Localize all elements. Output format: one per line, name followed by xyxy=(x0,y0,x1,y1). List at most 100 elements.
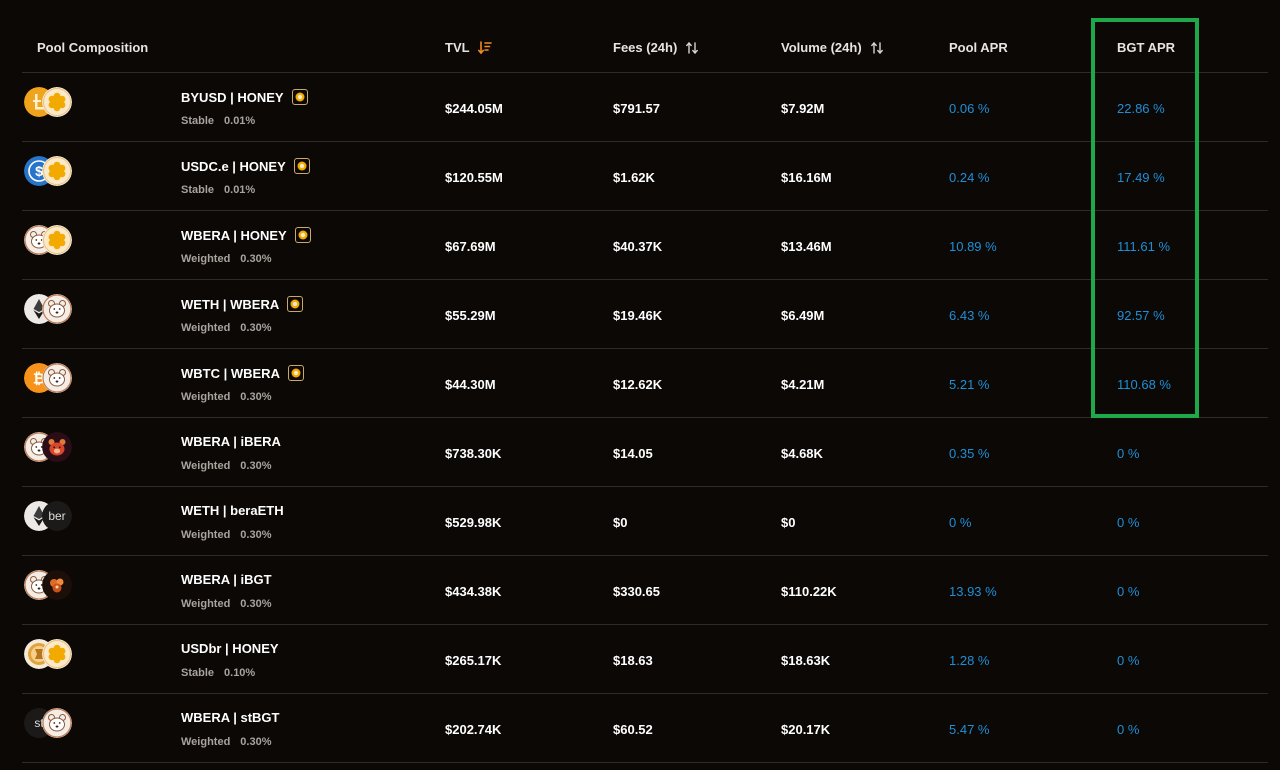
token-pair-icons xyxy=(24,294,76,326)
volume-value: $16.16M xyxy=(781,170,832,185)
wbera-icon xyxy=(42,363,72,393)
header-pool-composition: Pool Composition xyxy=(37,40,148,55)
sort-desc-icon[interactable] xyxy=(477,40,492,55)
token-pair-icons: ber xyxy=(24,501,76,533)
pool-name[interactable]: WBERA | HONEY xyxy=(181,227,311,243)
token-pair-icons: $ xyxy=(24,156,76,188)
token-pair-icons xyxy=(24,639,76,671)
pool-name[interactable]: WBERA | iBERA xyxy=(181,434,281,449)
pool-type: Stable xyxy=(181,667,215,679)
pool-name[interactable]: WBTC | WBERA xyxy=(181,365,304,381)
token-pair-icons xyxy=(24,570,76,602)
pool-type: Weighted xyxy=(181,391,231,403)
beraeth-icon: ber xyxy=(42,501,72,531)
fees-value: $1.62K xyxy=(613,170,655,185)
token-pair-icons xyxy=(24,225,76,257)
pool-name-label[interactable]: WBERA | stBGT xyxy=(181,710,279,725)
sort-arrows-icon[interactable] xyxy=(685,41,699,55)
header-bgt-apr-label: BGT APR xyxy=(1117,40,1176,55)
pool-name[interactable]: WETH | beraETH xyxy=(181,503,284,518)
pool-meta: Weighted 0.30% xyxy=(181,598,272,610)
honey-icon xyxy=(42,156,72,186)
pool-type: Weighted xyxy=(181,460,231,472)
pool-apr-value: 13.93 % xyxy=(949,584,997,599)
table-row[interactable]: WBERA | HONEY Weighted 0.30% $67.69M $40.37K… xyxy=(22,211,1268,280)
pool-name[interactable]: WETH | WBERA xyxy=(181,296,304,312)
pool-name-label[interactable]: BYUSD | HONEY xyxy=(181,90,284,105)
fees-value: $330.65 xyxy=(613,584,660,599)
pool-name-label[interactable]: WBERA | iBGT xyxy=(181,572,272,587)
pool-name-label[interactable]: USDC.e | HONEY xyxy=(181,159,286,174)
pool-name[interactable]: USDC.e | HONEY xyxy=(181,158,310,174)
table-row[interactable]: st WBERA | stBGT Weighted 0.30% $202.74K $60.… xyxy=(22,694,1268,763)
ibgt-icon xyxy=(42,570,72,600)
pool-meta: Weighted 0.30% xyxy=(181,460,272,472)
fees-value: $14.05 xyxy=(613,446,653,461)
pool-name-label[interactable]: WETH | beraETH xyxy=(181,503,284,518)
table-row[interactable]: WETH | WBERA Weighted 0.30% $55.29M $19.46K $… xyxy=(22,280,1268,349)
pool-apr-value: 0 % xyxy=(949,515,972,530)
header-fees[interactable]: Fees (24h) xyxy=(613,40,699,55)
token-icon-text: ber xyxy=(48,509,66,523)
header-fees-label: Fees (24h) xyxy=(613,40,678,55)
pool-name[interactable]: WBERA | iBGT xyxy=(181,572,272,587)
header-tvl[interactable]: TVL xyxy=(445,40,492,55)
tvl-value: $529.98K xyxy=(445,515,502,530)
pool-name-label[interactable]: WBERA | HONEY xyxy=(181,228,287,243)
table-row[interactable]: WBERA | iBGT Weighted 0.30% $434.38K $330.65… xyxy=(22,556,1268,625)
bgt-apr-value: 0 % xyxy=(1117,446,1140,461)
pool-fee: 0.30% xyxy=(240,529,272,541)
pool-apr-value: 5.47 % xyxy=(949,722,990,737)
pool-type: Stable xyxy=(181,115,215,127)
volume-value: $20.17K xyxy=(781,722,831,737)
token-pair-icons xyxy=(24,432,76,464)
pool-fee: 0.10% xyxy=(224,667,256,679)
honey-icon xyxy=(42,87,72,117)
header-volume[interactable]: Volume (24h) xyxy=(781,40,884,55)
pool-name[interactable]: BYUSD | HONEY xyxy=(181,89,308,105)
bgt-apr-value: 111.61 % xyxy=(1117,239,1171,254)
pool-fee: 0.30% xyxy=(240,322,272,334)
pool-fee: 0.30% xyxy=(240,460,272,472)
pool-fee: 0.30% xyxy=(240,391,272,403)
pool-type: Weighted xyxy=(181,322,231,334)
table-row[interactable]: BYUSD | HONEY Stable 0.01% $244.05M $791.57 $… xyxy=(22,73,1268,142)
bgt-apr-value: 92.57 % xyxy=(1117,308,1165,323)
pools-table: Pool Composition TVL Fees (24h) Volume (… xyxy=(22,0,1268,763)
header-tvl-label: TVL xyxy=(445,40,470,55)
pool-name[interactable]: WBERA | stBGT xyxy=(181,710,279,725)
pool-fee: 0.01% xyxy=(224,115,256,127)
pool-name[interactable]: USDbr | HONEY xyxy=(181,641,279,656)
table-body: BYUSD | HONEY Stable 0.01% $244.05M $791.57 $… xyxy=(22,73,1268,763)
header-pool-composition-label: Pool Composition xyxy=(37,40,149,55)
pool-apr-value: 0.06 % xyxy=(949,101,990,116)
pool-name-label[interactable]: WBTC | WBERA xyxy=(181,366,280,381)
fees-value: $19.46K xyxy=(613,308,663,323)
pool-name-label[interactable]: WETH | WBERA xyxy=(181,297,279,312)
honey-icon xyxy=(42,225,72,255)
pool-name-label[interactable]: USDbr | HONEY xyxy=(181,641,279,656)
pool-fee: 0.01% xyxy=(224,184,256,196)
bgt-reward-icon xyxy=(291,89,308,105)
fees-value: $12.62K xyxy=(613,377,663,392)
pool-name-label[interactable]: WBERA | iBERA xyxy=(181,434,281,449)
volume-value: $4.21M xyxy=(781,377,825,392)
fees-value: $18.63 xyxy=(613,653,653,668)
table-row[interactable]: ₿ WBTC | WBERA Weighted 0.30% $44.30M $12.62K… xyxy=(22,349,1268,418)
pool-type: Stable xyxy=(181,184,215,196)
pool-meta: Stable 0.01% xyxy=(181,184,255,196)
volume-value: $4.68K xyxy=(781,446,823,461)
tvl-value: $55.29M xyxy=(445,308,496,323)
pool-fee: 0.30% xyxy=(240,253,272,265)
table-row[interactable]: ber WETH | beraETH Weighted 0.30% $529.98K $0… xyxy=(22,487,1268,556)
pool-apr-value: 5.21 % xyxy=(949,377,990,392)
fees-value: $791.57 xyxy=(613,101,660,116)
token-pair-icons: ₿ xyxy=(24,363,76,395)
tvl-value: $738.30K xyxy=(445,446,502,461)
table-row[interactable]: USDbr | HONEY Stable 0.10% $265.17K $18.63 $1… xyxy=(22,625,1268,694)
table-row[interactable]: $ USDC.e | HONEY Stable 0.01% $120.55M $1.62K… xyxy=(22,142,1268,211)
bgt-apr-value: 110.68 % xyxy=(1117,377,1171,392)
sort-arrows-icon[interactable] xyxy=(870,41,884,55)
table-row[interactable]: WBERA | iBERA Weighted 0.30% $738.30K $14.05… xyxy=(22,418,1268,487)
tvl-value: $44.30M xyxy=(445,377,496,392)
